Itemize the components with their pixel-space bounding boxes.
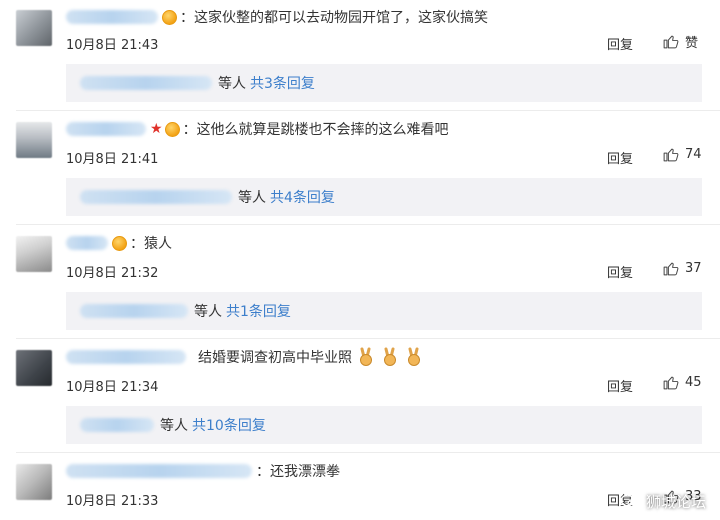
vip-badge-icon — [112, 235, 127, 251]
user-avatar[interactable] — [16, 350, 52, 386]
sub-replies-bar: 等人 共4条回复 — [66, 178, 702, 216]
comment-line: ：还我漂漂拳 — [66, 460, 340, 482]
blurred-username[interactable] — [66, 236, 108, 250]
user-avatar[interactable] — [16, 122, 52, 158]
user-avatar[interactable] — [16, 10, 52, 46]
comment-time: 10月8日 21:43 — [66, 38, 159, 53]
comment-time: 10月8日 21:34 — [66, 380, 159, 395]
view-replies-link[interactable]: 共3条回复 — [250, 73, 315, 93]
sub-replies-bar: 等人 共1条回复 — [66, 292, 702, 330]
view-replies-link[interactable]: 共10条回复 — [192, 415, 266, 435]
blurred-username[interactable] — [66, 350, 186, 364]
like-count: 74 — [685, 147, 702, 162]
sub-replies-bar: 等人 共3条回复 — [66, 64, 702, 102]
comment-time: 10月8日 21:41 — [66, 152, 159, 167]
like-count: 37 — [685, 261, 702, 276]
comment-line: ★ ：这他么就算是跳楼也不会摔的这么难看吧 — [66, 118, 449, 140]
like-button[interactable]: 74 — [662, 146, 702, 163]
user-avatar[interactable] — [16, 236, 52, 272]
view-replies-link[interactable]: 共4条回复 — [270, 187, 335, 207]
view-replies-link[interactable]: 共1条回复 — [226, 301, 291, 321]
thumbs-up-icon — [663, 262, 679, 276]
comment-time: 10月8日 21:33 — [66, 494, 159, 509]
divider — [16, 110, 720, 111]
watermark-text: 狮城论坛 — [645, 493, 706, 511]
blurred-usernames — [80, 418, 154, 432]
thumbs-up-icon — [663, 376, 679, 390]
comment-text: ：猿人 — [130, 236, 172, 252]
vip-badge-icon — [162, 9, 177, 25]
reply-button[interactable]: 回复 — [607, 262, 633, 281]
comment-line: ：这家伙整的都可以去动物园开馆了，这家伙搞笑 — [66, 6, 488, 28]
divider — [16, 224, 720, 225]
like-count: 45 — [685, 375, 702, 390]
sub-replies-bar: 等人 共10条回复 — [66, 406, 702, 444]
blurred-username[interactable] — [66, 10, 158, 24]
vip-badge-icon — [164, 121, 180, 137]
comment-text: ：还我漂漂拳 — [256, 464, 340, 480]
comment-text: ：这他么就算是跳楼也不会摔的这么难看吧 — [182, 122, 449, 138]
red-star-icon: ★ — [150, 121, 163, 137]
replies-suffix: 等人 — [218, 76, 246, 92]
blurred-usernames — [80, 190, 232, 204]
comment-text: 结婚要调查初高中毕业照 — [198, 350, 352, 366]
like-button[interactable]: 赞 — [662, 32, 698, 51]
wechat-icon — [620, 494, 640, 508]
victory-hand-emoji — [360, 347, 372, 366]
blurred-usernames — [80, 76, 212, 90]
comment-line: 结婚要调查初高中毕业照 — [66, 346, 424, 368]
like-button[interactable]: 37 — [662, 260, 702, 277]
replies-suffix: 等人 — [160, 418, 188, 434]
blurred-username[interactable] — [66, 122, 146, 136]
user-avatar[interactable] — [16, 464, 52, 500]
reply-button[interactable]: 回复 — [607, 148, 633, 167]
victory-hand-emoji — [408, 347, 420, 366]
replies-suffix: 等人 — [194, 304, 222, 320]
blurred-usernames — [80, 304, 188, 318]
comment-text: ：这家伙整的都可以去动物园开馆了，这家伙搞笑 — [180, 10, 488, 26]
thumbs-up-icon — [663, 148, 679, 162]
thumbs-up-icon — [663, 35, 679, 49]
watermark: 狮城论坛 — [620, 491, 706, 512]
like-button[interactable]: 45 — [662, 374, 702, 391]
divider — [16, 452, 720, 453]
blurred-username[interactable] — [66, 464, 252, 478]
reply-button[interactable]: 回复 — [607, 376, 633, 395]
comment-time: 10月8日 21:32 — [66, 266, 159, 281]
comment-line: ：猿人 — [66, 232, 172, 254]
reply-button[interactable]: 回复 — [607, 34, 633, 53]
replies-suffix: 等人 — [238, 190, 266, 206]
divider — [16, 338, 720, 339]
like-count: 赞 — [685, 36, 699, 51]
victory-hand-emoji — [384, 347, 396, 366]
